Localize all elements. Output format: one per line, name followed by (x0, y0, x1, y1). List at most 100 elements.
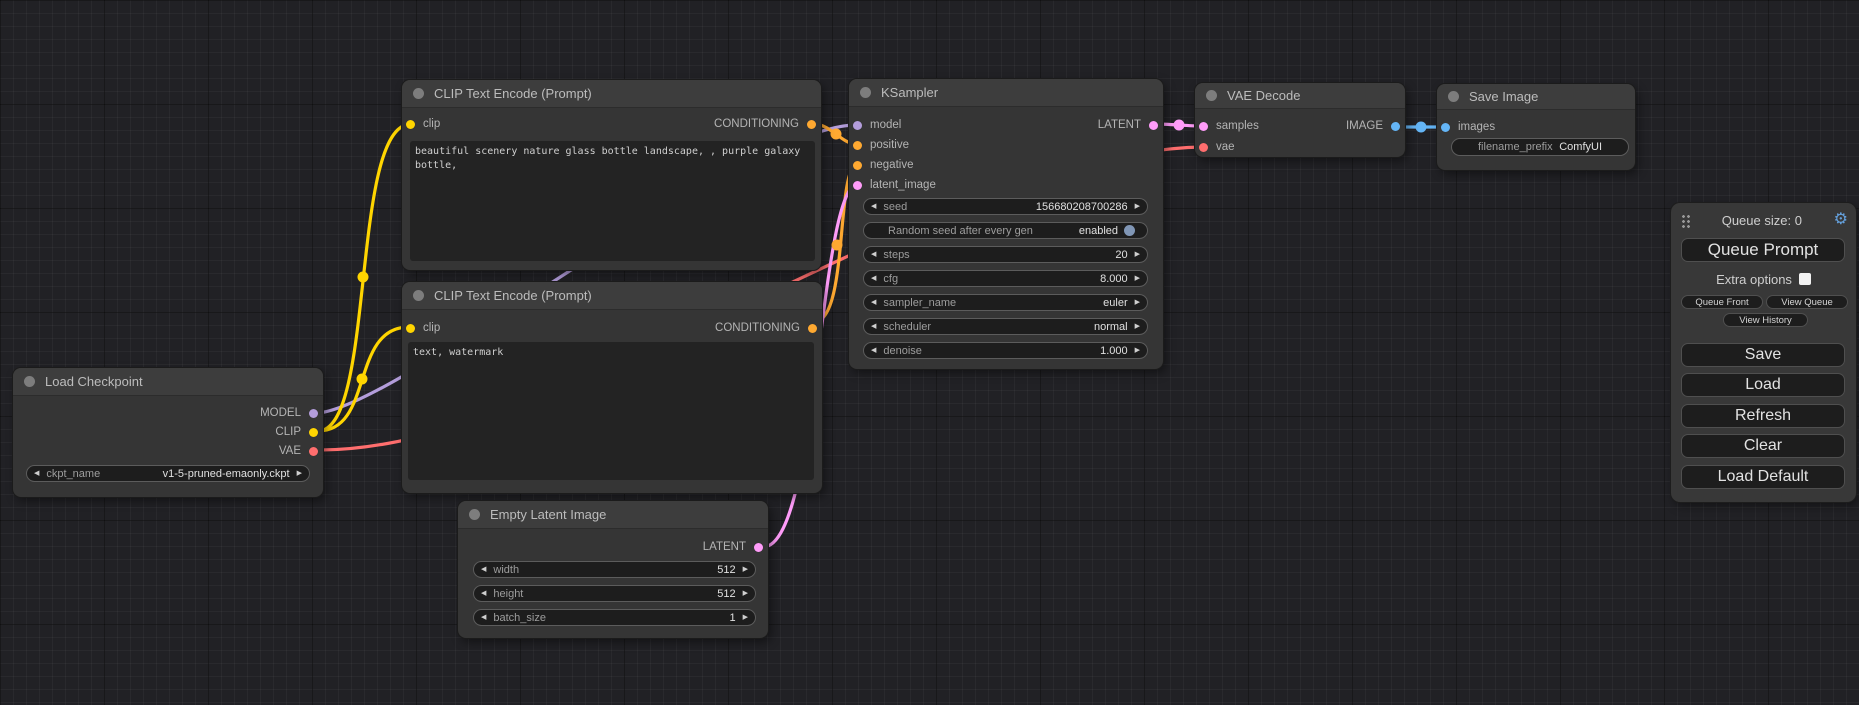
decrement-arrow-icon[interactable]: ◀ (864, 251, 883, 258)
widget-filename-prefix[interactable]: filename_prefix ComfyUI (1451, 138, 1629, 156)
input-port-clip[interactable]: clip (406, 318, 440, 338)
widget-scheduler[interactable]: ◀ scheduler normal ▶ (863, 318, 1148, 335)
increment-arrow-icon[interactable]: ▶ (1128, 275, 1147, 282)
widget-height[interactable]: ◀ height 512 ▶ (473, 585, 756, 602)
decrement-arrow-icon[interactable]: ◀ (864, 347, 883, 354)
node-save-image[interactable]: Save Image images filename_prefix ComfyU… (1437, 84, 1635, 170)
input-port-latent-image[interactable]: latent_image (853, 175, 936, 195)
collapse-dot-icon[interactable] (1448, 91, 1459, 102)
prompt-textarea[interactable]: text, watermark (408, 342, 814, 480)
decrement-arrow-icon[interactable]: ◀ (864, 275, 883, 282)
input-port-vae[interactable]: vae (1199, 137, 1235, 157)
queue-front-button[interactable]: Queue Front (1681, 295, 1763, 309)
decrement-arrow-icon[interactable]: ◀ (474, 614, 493, 621)
input-port-samples[interactable]: samples (1199, 116, 1259, 136)
load-default-button[interactable]: Load Default (1681, 465, 1845, 489)
increment-arrow-icon[interactable]: ▶ (1128, 251, 1147, 258)
clear-button[interactable]: Clear (1681, 434, 1845, 458)
output-port-image[interactable]: IMAGE (1346, 116, 1400, 136)
comfyui-canvas[interactable]: { "canvas": { "background": "#212125", "… (0, 0, 1859, 705)
drag-handle-icon[interactable] (1681, 213, 1690, 228)
input-port-negative[interactable]: negative (853, 155, 913, 175)
collapse-dot-icon[interactable] (469, 509, 480, 520)
node-load-checkpoint[interactable]: Load Checkpoint MODEL CLIP VAE ◀ ckpt_na… (13, 368, 323, 497)
node-header[interactable]: KSampler (849, 79, 1163, 107)
increment-arrow-icon[interactable]: ▶ (290, 470, 309, 477)
input-port-clip[interactable]: clip (406, 114, 440, 134)
port-dot-clip-icon[interactable] (406, 324, 415, 333)
prompt-textarea[interactable]: beautiful scenery nature glass bottle la… (410, 141, 815, 261)
node-empty-latent-image[interactable]: Empty Latent Image LATENT ◀ width 512 ▶ … (458, 501, 768, 638)
decrement-arrow-icon[interactable]: ◀ (474, 590, 493, 597)
output-port-clip[interactable]: CLIP (275, 422, 318, 442)
increment-arrow-icon[interactable]: ▶ (736, 614, 755, 621)
output-port-conditioning[interactable]: CONDITIONING (715, 318, 817, 338)
decrement-arrow-icon[interactable]: ◀ (864, 203, 883, 210)
increment-arrow-icon[interactable]: ▶ (1128, 347, 1147, 354)
increment-arrow-icon[interactable]: ▶ (736, 566, 755, 573)
increment-arrow-icon[interactable]: ▶ (1128, 203, 1147, 210)
widget-steps[interactable]: ◀ steps 20 ▶ (863, 246, 1148, 263)
widget-sampler-name[interactable]: ◀ sampler_name euler ▶ (863, 294, 1148, 311)
node-header[interactable]: Save Image (1437, 84, 1635, 110)
node-vae-decode[interactable]: VAE Decode samples vae IMAGE (1195, 83, 1405, 157)
collapse-dot-icon[interactable] (413, 290, 424, 301)
gear-icon[interactable]: ⚙ (1834, 212, 1848, 228)
port-dot-latent-icon[interactable] (754, 543, 763, 552)
increment-arrow-icon[interactable]: ▶ (736, 590, 755, 597)
output-port-latent[interactable]: LATENT (703, 537, 763, 557)
widget-seed[interactable]: ◀ seed 156680208700286 ▶ (863, 198, 1148, 215)
node-clip-text-encode-negative[interactable]: CLIP Text Encode (Prompt) clip CONDITION… (402, 282, 822, 493)
port-dot-vae-icon[interactable] (1199, 143, 1208, 152)
output-port-latent[interactable]: LATENT (1098, 115, 1158, 135)
collapse-dot-icon[interactable] (24, 376, 35, 387)
toggle-circle-icon[interactable] (1124, 225, 1135, 236)
port-dot-latent-icon[interactable] (1149, 121, 1158, 130)
view-history-button[interactable]: View History (1723, 313, 1808, 327)
save-button[interactable]: Save (1681, 343, 1845, 367)
input-port-model[interactable]: model (853, 115, 901, 135)
output-port-conditioning[interactable]: CONDITIONING (714, 114, 816, 134)
collapse-dot-icon[interactable] (413, 88, 424, 99)
widget-denoise[interactable]: ◀ denoise 1.000 ▶ (863, 342, 1148, 359)
port-dot-model-icon[interactable] (853, 121, 862, 130)
port-dot-model-icon[interactable] (309, 409, 318, 418)
increment-arrow-icon[interactable]: ▶ (1128, 323, 1147, 330)
port-dot-conditioning-icon[interactable] (807, 120, 816, 129)
decrement-arrow-icon[interactable]: ◀ (474, 566, 493, 573)
node-header[interactable]: Empty Latent Image (458, 501, 768, 529)
widget-random-seed-toggle[interactable]: Random seed after every gen enabled (863, 222, 1148, 239)
refresh-button[interactable]: Refresh (1681, 404, 1845, 428)
node-header[interactable]: Load Checkpoint (13, 368, 323, 396)
output-port-vae[interactable]: VAE (279, 441, 318, 461)
input-port-images[interactable]: images (1441, 117, 1495, 137)
port-dot-conditioning-icon[interactable] (853, 141, 862, 150)
decrement-arrow-icon[interactable]: ◀ (864, 299, 883, 306)
port-dot-vae-icon[interactable] (309, 447, 318, 456)
view-queue-button[interactable]: View Queue (1766, 295, 1848, 309)
input-port-positive[interactable]: positive (853, 135, 909, 155)
widget-cfg[interactable]: ◀ cfg 8.000 ▶ (863, 270, 1148, 287)
collapse-dot-icon[interactable] (1206, 90, 1217, 101)
port-dot-clip-icon[interactable] (309, 428, 318, 437)
increment-arrow-icon[interactable]: ▶ (1128, 299, 1147, 306)
port-dot-clip-icon[interactable] (406, 120, 415, 129)
queue-prompt-button[interactable]: Queue Prompt (1681, 238, 1845, 262)
output-port-model[interactable]: MODEL (260, 403, 318, 423)
extra-options-checkbox[interactable] (1799, 273, 1811, 285)
node-header[interactable]: VAE Decode (1195, 83, 1405, 109)
load-button[interactable]: Load (1681, 373, 1845, 397)
decrement-arrow-icon[interactable]: ◀ (864, 323, 883, 330)
node-ksampler[interactable]: KSampler model positive negative latent_… (849, 79, 1163, 369)
widget-batch-size[interactable]: ◀ batch_size 1 ▶ (473, 609, 756, 626)
widget-ckpt-name[interactable]: ◀ ckpt_name v1-5-pruned-emaonly.ckpt ▶ (26, 465, 310, 482)
node-header[interactable]: CLIP Text Encode (Prompt) (402, 282, 822, 310)
node-clip-text-encode-positive[interactable]: CLIP Text Encode (Prompt) clip CONDITION… (402, 80, 821, 270)
widget-width[interactable]: ◀ width 512 ▶ (473, 561, 756, 578)
port-dot-conditioning-icon[interactable] (808, 324, 817, 333)
port-dot-conditioning-icon[interactable] (853, 161, 862, 170)
port-dot-image-icon[interactable] (1441, 123, 1450, 132)
port-dot-latent-icon[interactable] (853, 181, 862, 190)
node-header[interactable]: CLIP Text Encode (Prompt) (402, 80, 821, 108)
port-dot-latent-icon[interactable] (1199, 122, 1208, 131)
